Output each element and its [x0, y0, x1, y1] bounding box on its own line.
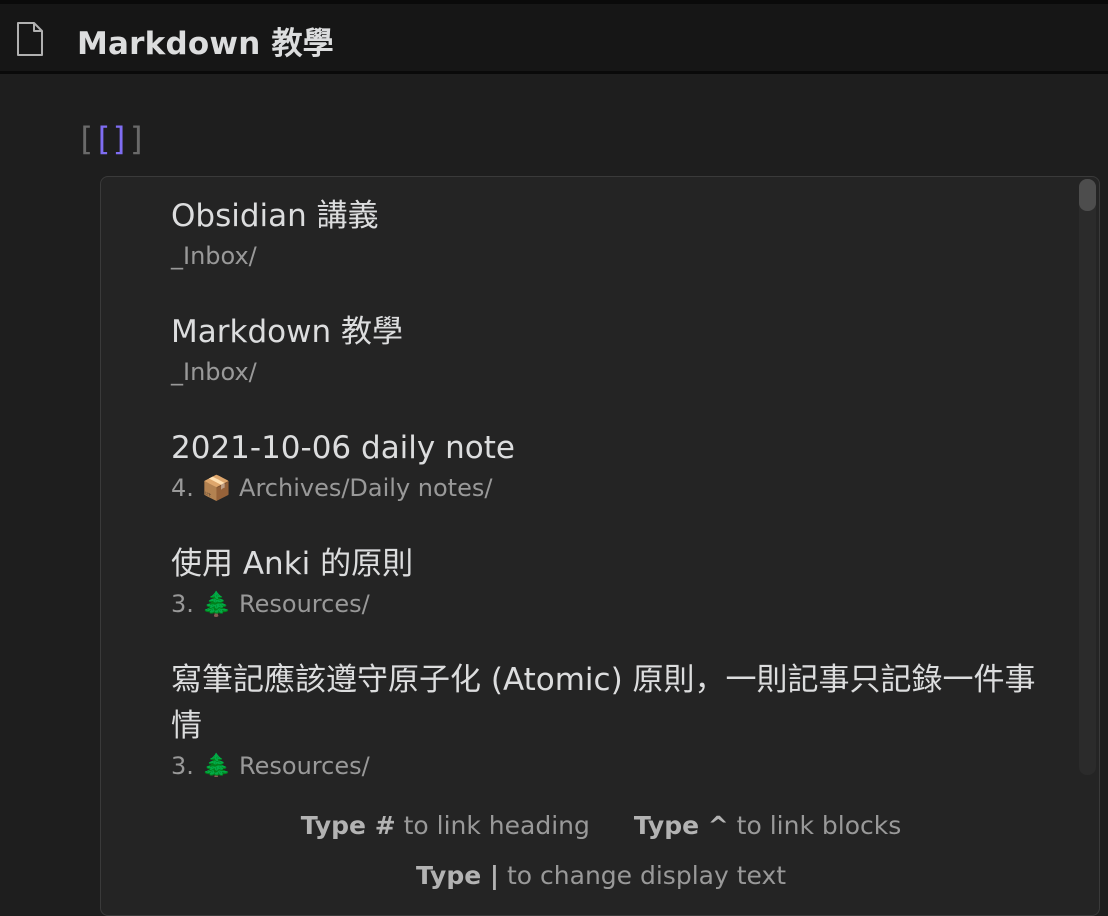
- suggestion-item[interactable]: 使用 Anki 的原則 3. 🌲 Resources/: [171, 541, 1061, 621]
- link-suggestion-popup: Obsidian 講義 _Inbox/ Markdown 教學 _Inbox/ …: [100, 176, 1100, 916]
- instruction-purpose: to link blocks: [736, 811, 902, 840]
- suggestion-instructions: Type # to link heading Type ^ to link bl…: [101, 801, 1099, 901]
- suggestion-title: Markdown 教學: [171, 314, 403, 350]
- suggestion-path: 3. 🌲 Resources/: [171, 752, 370, 777]
- suggestion-list: Obsidian 講義 _Inbox/ Markdown 教學 _Inbox/ …: [101, 177, 1076, 777]
- link-bracket-close: ]: [127, 120, 147, 158]
- instruction-link-heading: Type # to link heading: [301, 801, 590, 851]
- scrollbar-thumb[interactable]: [1079, 179, 1096, 211]
- suggestion-title: Obsidian 講義: [171, 198, 379, 234]
- link-bracket-open: [: [76, 120, 95, 158]
- suggestion-title: 寫筆記應該遵守原子化 (Atomic) 原則，一則記事只記錄一件事情: [171, 662, 1036, 744]
- suggestion-scrollbar[interactable]: [1079, 179, 1096, 775]
- instruction-link-blocks: Type ^ to link blocks: [634, 801, 901, 851]
- suggestion-item[interactable]: Markdown 教學 _Inbox/: [171, 309, 1061, 389]
- instruction-purpose: to link heading: [403, 811, 590, 840]
- suggestion-path: 3. 🌲 Resources/: [171, 590, 370, 618]
- tab-header: Markdown 教學: [0, 0, 1108, 74]
- note-title[interactable]: Markdown 教學: [77, 18, 334, 63]
- wikilink-input[interactable]: [[]]: [76, 120, 147, 158]
- instruction-command: Type ^: [633, 811, 729, 840]
- suggestion-path: _Inbox/: [171, 358, 257, 386]
- instruction-command: Type |: [415, 861, 500, 890]
- link-cursor-brackets: []: [93, 120, 130, 158]
- suggestion-path: _Inbox/: [171, 242, 257, 270]
- instruction-purpose: to change display text: [506, 861, 787, 890]
- suggestion-item[interactable]: 寫筆記應該遵守原子化 (Atomic) 原則，一則記事只記錄一件事情 3. 🌲 …: [171, 657, 1061, 777]
- suggestion-path: 4. 📦 Archives/Daily notes/: [171, 474, 493, 502]
- instruction-display-text: Type | to change display text: [416, 851, 786, 901]
- suggestion-item[interactable]: Obsidian 講義 _Inbox/: [171, 193, 1061, 273]
- instruction-command: Type #: [300, 811, 396, 840]
- file-icon: [17, 22, 43, 56]
- suggestion-title: 2021-10-06 daily note: [171, 430, 515, 466]
- suggestion-title: 使用 Anki 的原則: [171, 546, 414, 582]
- suggestion-item[interactable]: 2021-10-06 daily note 4. 📦 Archives/Dail…: [171, 425, 1061, 505]
